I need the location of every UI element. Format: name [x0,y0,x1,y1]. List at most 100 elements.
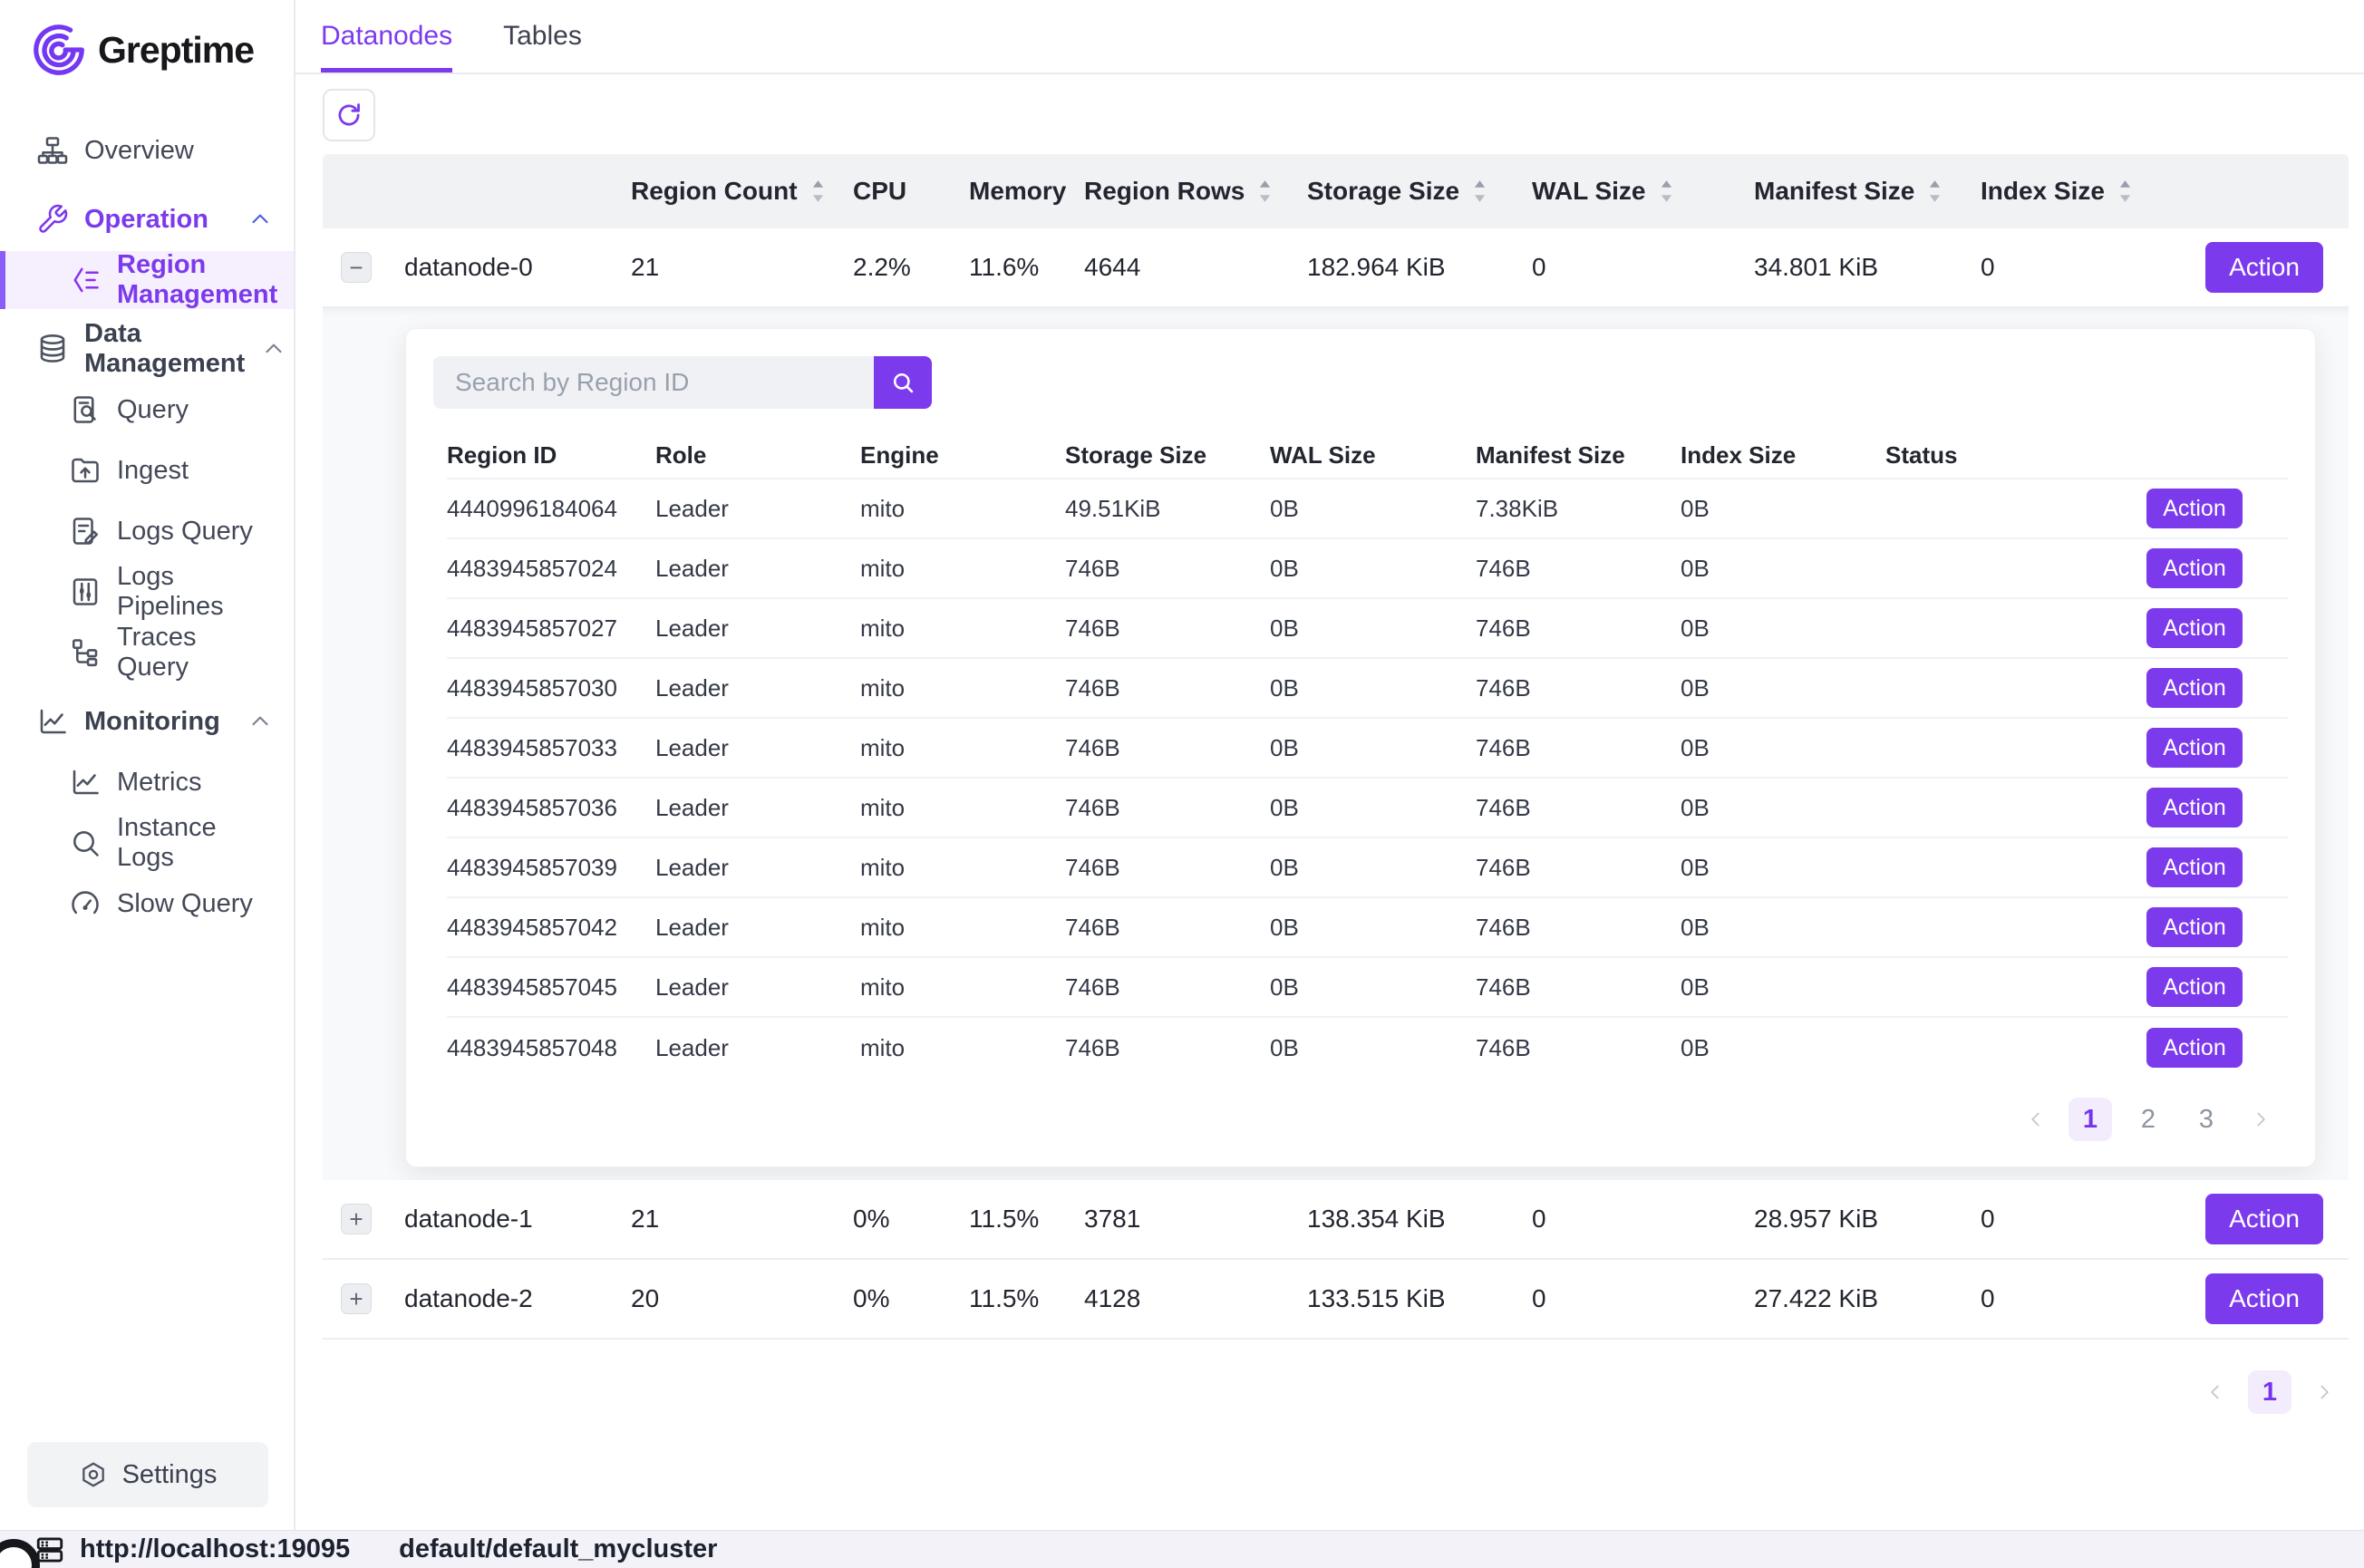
datanode-cell: 34.801 KiB [1754,253,1981,282]
sidebar-item-traces-query[interactable]: Traces Query [0,624,294,682]
chart-icon [69,766,102,799]
datanode-cell: 20 [631,1284,853,1313]
sidebar-item-ingest[interactable]: Ingest [0,441,294,499]
region-search [433,356,2315,409]
region-cell: 0B [1270,555,1476,583]
region-cell: 0B [1270,615,1476,643]
region-action-button[interactable]: Action [2146,788,2243,828]
region-cell: mito [860,794,1065,822]
region-cell: 0B [1681,914,1885,942]
column-header-manifest-size[interactable]: Manifest Size [1754,177,1981,206]
sidebar-item-region-management[interactable]: Region Management [0,251,294,309]
region-panel-band: Region ID Role Engine Storage Size WAL S… [323,308,2349,1180]
column-label: CPU [853,177,906,206]
sidebar-item-slow-query[interactable]: Slow Query [0,875,294,933]
speedometer-icon [69,887,102,920]
column-header-region-rows[interactable]: Region Rows [1084,177,1307,206]
region-cell: 746B [1476,674,1681,702]
tab-datanodes[interactable]: Datanodes [321,0,452,73]
sidebar-item-monitoring[interactable]: Monitoring [0,692,294,750]
pagination-page-3[interactable]: 3 [2185,1098,2228,1141]
region-cell: Leader [655,794,860,822]
pagination-page-1[interactable]: 1 [2068,1098,2112,1141]
column-header-index-size[interactable]: Index Size [1981,177,2186,206]
region-column-storage-size: Storage Size [1065,441,1270,469]
column-label: Region Count [631,177,798,206]
datanode-cell: 133.515 KiB [1307,1284,1532,1313]
column-header-region-count[interactable]: Region Count [631,177,853,206]
datanode-cell: 0 [1532,1284,1754,1313]
region-action-button[interactable]: Action [2146,1028,2243,1068]
column-label: Region Rows [1084,177,1245,206]
region-search-input[interactable] [433,356,874,409]
magnifier-icon [69,827,102,859]
settings-button[interactable]: Settings [27,1442,268,1507]
region-pagination: 123 [406,1098,2279,1141]
region-table-rows: 4440996184064Leadermito49.51KiB0B7.38KiB… [447,479,2288,1078]
refresh-button[interactable] [323,89,375,141]
collapse-row-button[interactable]: − [341,252,372,283]
tabbar: Datanodes Tables [296,0,2364,74]
expand-row-button[interactable]: + [341,1204,372,1234]
region-search-button[interactable] [874,356,932,409]
pagination-next-button[interactable] [2243,1101,2279,1137]
sidebar-item-label: Region Management [117,250,277,310]
pagination-page-2[interactable]: 2 [2127,1098,2170,1141]
region-icon [69,264,102,296]
action-button[interactable]: Action [2205,1194,2323,1244]
datanode-name: datanode-0 [404,253,631,282]
region-cell: 0B [1681,1034,1885,1062]
action-button[interactable]: Action [2205,242,2323,293]
region-column-status: Status [1885,441,2090,469]
region-action-button[interactable]: Action [2146,967,2243,1007]
datanode-cell: 0 [1981,1284,2186,1313]
region-action-button[interactable]: Action [2146,668,2243,708]
greptime-logo-icon [31,22,87,78]
sidebar-item-instance-logs[interactable]: Instance Logs [0,814,294,872]
pagination-prev-button[interactable] [2197,1374,2233,1410]
sidebar-item-metrics[interactable]: Metrics [0,753,294,811]
region-cell: 746B [1065,973,1270,1002]
pagination-prev-button[interactable] [2018,1101,2054,1137]
pagination-page-1[interactable]: 1 [2248,1370,2291,1414]
region-cell: 4483945857039 [447,854,655,882]
status-cluster[interactable]: default/default_mycluster [399,1534,717,1564]
sidebar-item-logs-pipelines[interactable]: Logs Pipelines [0,563,294,621]
region-cell: 4483945857033 [447,734,655,762]
datanode-cell: 0 [1532,253,1754,282]
action-button[interactable]: Action [2205,1273,2323,1324]
expand-row-button[interactable]: + [341,1283,372,1314]
sidebar-item-overview[interactable]: Overview [0,121,294,179]
region-action-button[interactable]: Action [2146,847,2243,887]
region-column-engine: Engine [860,441,1065,469]
region-cell: mito [860,734,1065,762]
column-header-wal-size[interactable]: WAL Size [1532,177,1754,206]
region-cell: 0B [1681,615,1885,643]
region-cell: 746B [1065,615,1270,643]
sidebar-item-operation[interactable]: Operation [0,190,294,248]
column-header-storage-size[interactable]: Storage Size [1307,177,1532,206]
region-action-button[interactable]: Action [2146,489,2243,528]
region-cell: 0B [1270,674,1476,702]
region-cell: 746B [1065,794,1270,822]
region-action-button[interactable]: Action [2146,907,2243,947]
region-cell: 4483945857048 [447,1034,655,1062]
region-column-wal-size: WAL Size [1270,441,1476,469]
region-action-button[interactable]: Action [2146,608,2243,648]
datanode-cell: 11.5% [969,1284,1084,1313]
region-action-button[interactable]: Action [2146,728,2243,768]
sidebar-item-data-management[interactable]: Data Management [0,320,294,378]
region-action-button[interactable]: Action [2146,548,2243,588]
database-icon [36,333,69,365]
pagination-next-button[interactable] [2306,1374,2342,1410]
tab-tables[interactable]: Tables [503,0,582,73]
region-cell: mito [860,914,1065,942]
region-cell: 746B [1065,914,1270,942]
sidebar-item-logs-query[interactable]: Logs Query [0,502,294,560]
sidebar-nav: Overview Operation Region Management Dat… [0,121,294,933]
datanode-cell: 11.5% [969,1205,1084,1234]
region-row: 4483945857033Leadermito746B0B746B0B Acti… [447,719,2288,779]
sidebar-item-query[interactable]: Query [0,381,294,439]
brand-logo[interactable]: Greptime [0,0,294,78]
status-host-url[interactable]: http://localhost:19095 [80,1534,350,1564]
